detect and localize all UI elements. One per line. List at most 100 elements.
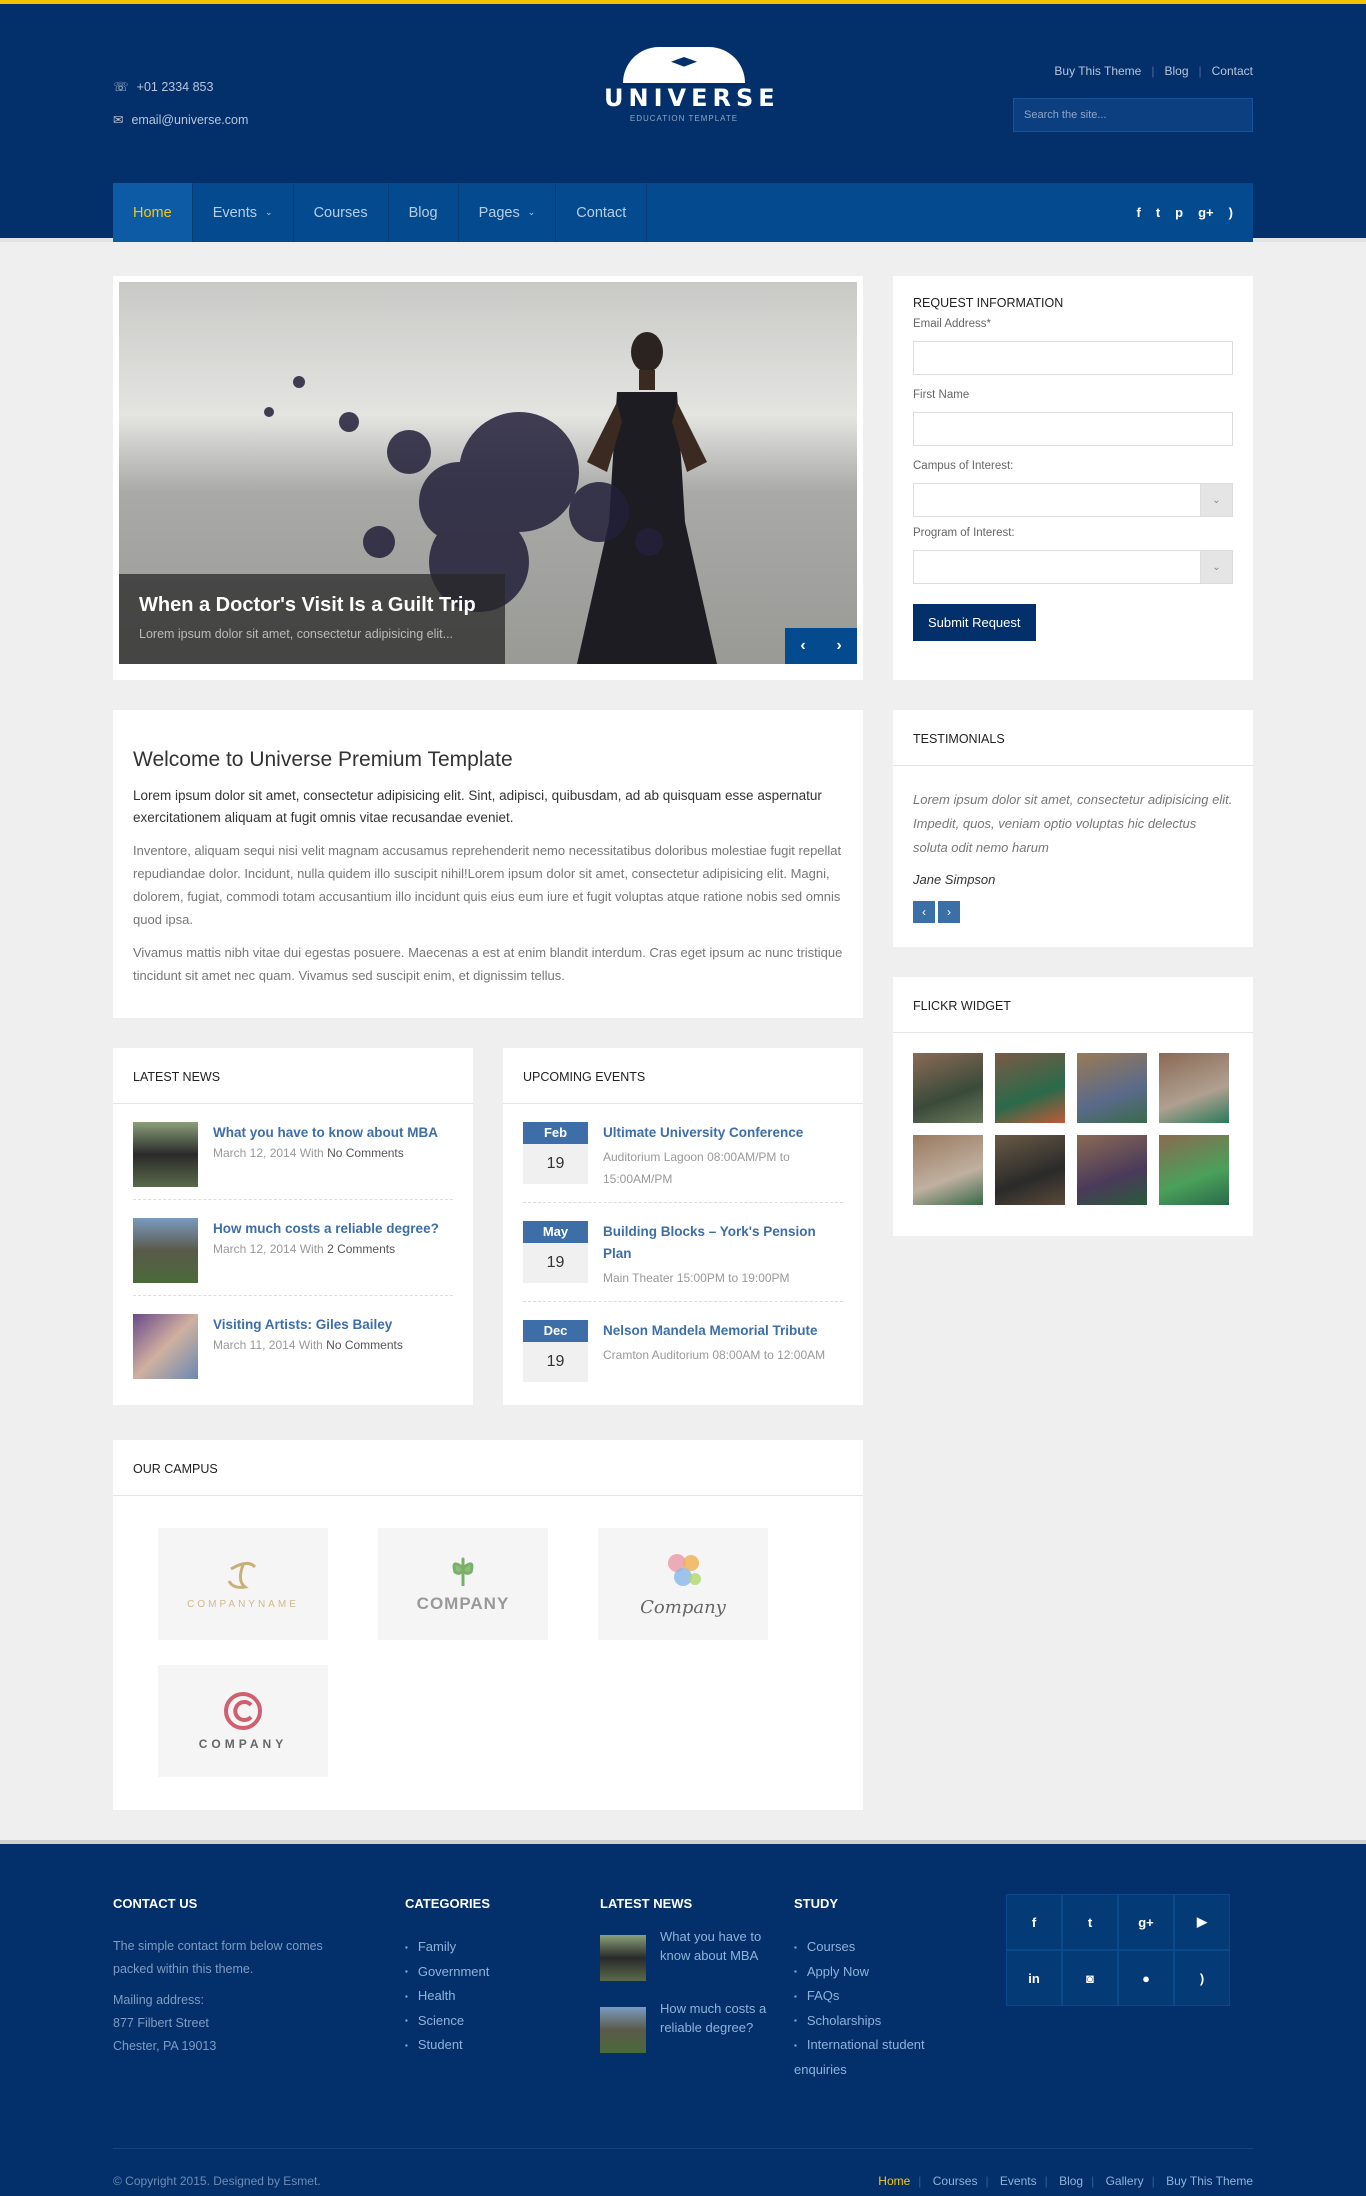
event-title[interactable]: Building Blocks – York's Pension Plan	[603, 1221, 843, 1265]
study-link[interactable]: Apply Now	[794, 1960, 964, 1985]
swirl-logo-icon	[227, 1561, 257, 1589]
testimonial-author: Jane Simpson	[913, 872, 996, 887]
footer-contact: CONTACT US The simple contact form below…	[113, 1896, 363, 2058]
c-logo-icon	[224, 1692, 262, 1730]
news-thumbnail[interactable]	[600, 2007, 646, 2053]
study-link[interactable]: Scholarships	[794, 2009, 964, 2034]
category-link[interactable]: Health	[405, 1984, 490, 2009]
campus-logo[interactable]: COMPANYNAME	[158, 1528, 328, 1640]
flickr-widget: FLICKR WIDGET	[893, 977, 1253, 1236]
footer-link-events[interactable]: Events	[1000, 2174, 1037, 2188]
footer-link-blog[interactable]: Blog	[1059, 2174, 1083, 2188]
news-title[interactable]: How much costs a reliable degree?	[213, 1218, 439, 1240]
category-link[interactable]: Government	[405, 1960, 490, 1985]
event-date: Dec 19	[523, 1320, 588, 1382]
footer-link-buy-theme[interactable]: Buy This Theme	[1166, 2174, 1253, 2188]
request-title: REQUEST INFORMATION	[913, 296, 1064, 310]
our-campus-title: OUR CAMPUS	[133, 1462, 218, 1476]
linkedin-icon[interactable]: in	[1006, 1950, 1062, 2006]
flickr-photo[interactable]	[1077, 1053, 1147, 1123]
footer-news-title-link[interactable]: What you have to know about MBA	[660, 1927, 780, 1981]
study-link[interactable]: FAQs	[794, 1984, 964, 2009]
flickr-photo[interactable]	[913, 1053, 983, 1123]
welcome-section: Welcome to Universe Premium Template Lor…	[113, 710, 863, 1018]
campus-logo[interactable]: Company	[598, 1528, 768, 1640]
footer-news-item: How much costs a reliable degree?	[600, 2001, 780, 2053]
event-date: Feb 19	[523, 1122, 588, 1190]
footer-news-item: What you have to know about MBA	[600, 1929, 780, 1981]
program-select[interactable]: ⌄	[913, 550, 1233, 584]
leaf-logo-icon	[452, 1557, 474, 1586]
slider-controls: ‹ ›	[785, 628, 857, 664]
flickr-photo[interactable]	[1159, 1053, 1229, 1123]
request-info-form: REQUEST INFORMATION Email Address* First…	[893, 276, 1253, 680]
study-link[interactable]: Courses	[794, 1935, 964, 1960]
email-field[interactable]	[913, 341, 1233, 375]
flickr-photo[interactable]	[995, 1053, 1065, 1123]
chevron-down-icon: ⌄	[1200, 551, 1232, 583]
campus-logo[interactable]: COMPANY	[158, 1665, 328, 1777]
category-link[interactable]: Student	[405, 2033, 490, 2058]
news-comments[interactable]: 2 Comments	[327, 1242, 395, 1256]
news-thumbnail[interactable]	[133, 1314, 198, 1379]
event-item: Dec 19 Nelson Mandela Memorial Tribute Cra…	[523, 1302, 843, 1394]
slide-title[interactable]: When a Doctor's Visit Is a Guilt Trip	[139, 594, 485, 617]
news-title[interactable]: What you have to know about MBA	[213, 1122, 438, 1144]
study-link[interactable]: International student enquiries	[794, 2033, 964, 2082]
apple-icon[interactable]: ●	[1118, 1950, 1174, 2006]
event-date: May 19	[523, 1221, 588, 1289]
our-campus-section: OUR CAMPUS COMPANYNAME COMPANY Company C…	[113, 1440, 863, 1810]
event-meta: Auditorium Lagoon 08:00AM/PM to 15:00AM/…	[603, 1150, 790, 1186]
facebook-icon[interactable]: f	[1006, 1894, 1062, 1950]
site-footer: CONTACT US The simple contact form below…	[0, 1840, 1366, 2196]
footer-news-title: LATEST NEWS	[600, 1896, 693, 1911]
footer-news-title-link[interactable]: How much costs a reliable degree?	[660, 1999, 780, 2053]
campus-label: Campus of Interest:	[913, 460, 1014, 472]
slide-image: When a Doctor's Visit Is a Guilt Trip Lo…	[119, 282, 857, 664]
mailing-address-line1: 877 Filbert Street	[113, 2016, 209, 2030]
first-name-field[interactable]	[913, 412, 1233, 446]
news-thumbnail[interactable]	[600, 1935, 646, 1981]
twitter-icon[interactable]: t	[1062, 1894, 1118, 1950]
flickr-title: FLICKR WIDGET	[913, 999, 1011, 1013]
campus-select[interactable]: ⌄	[913, 483, 1233, 517]
flickr-photo[interactable]	[1077, 1135, 1147, 1205]
slide-caption: When a Doctor's Visit Is a Guilt Trip Lo…	[119, 574, 505, 664]
chevron-left-icon[interactable]: ‹	[785, 628, 821, 664]
news-title[interactable]: Visiting Artists: Giles Bailey	[213, 1314, 403, 1336]
news-comments[interactable]: No Comments	[326, 1338, 403, 1352]
flickr-photo[interactable]	[1159, 1135, 1229, 1205]
footer-link-home[interactable]: Home	[878, 2174, 910, 2188]
chevron-left-icon[interactable]: ‹	[913, 901, 935, 923]
submit-request-button[interactable]: Submit Request	[913, 604, 1036, 641]
instagram-icon[interactable]: ◙	[1062, 1950, 1118, 2006]
google-plus-icon[interactable]: g+	[1118, 1894, 1174, 1950]
event-meta: Cramton Auditorium 08:00AM to 12:00AM	[603, 1348, 826, 1362]
news-thumbnail[interactable]	[133, 1218, 198, 1283]
event-title[interactable]: Nelson Mandela Memorial Tribute	[603, 1320, 825, 1342]
footer-links: Home | Courses | Events | Blog | Gallery | Bu…	[878, 2174, 1253, 2188]
youtube-icon[interactable]: ▶	[1174, 1894, 1230, 1950]
flickr-photo[interactable]	[913, 1135, 983, 1205]
rss-icon[interactable]: )	[1174, 1950, 1230, 2006]
footer-link-gallery[interactable]: Gallery	[1106, 2174, 1144, 2188]
copyright-text: © Copyright 2015. Designed by Esmet.	[113, 2174, 321, 2188]
category-link[interactable]: Science	[405, 2009, 490, 2034]
chevron-right-icon[interactable]: ›	[938, 901, 960, 923]
footer-link-courses[interactable]: Courses	[933, 2174, 978, 2188]
chevron-right-icon[interactable]: ›	[821, 628, 857, 664]
footer-latest-news: LATEST NEWS What you have to know about …	[600, 1896, 780, 2079]
latest-news-widget: LATEST NEWS What you have to know about …	[113, 1048, 473, 1405]
event-meta: Main Theater 15:00PM to 19:00PM	[603, 1271, 790, 1285]
flickr-photo[interactable]	[995, 1135, 1065, 1205]
event-title[interactable]: Ultimate University Conference	[603, 1122, 843, 1144]
news-item: How much costs a reliable degree? March …	[133, 1200, 453, 1296]
upcoming-events-widget: UPCOMING EVENTS Feb 19 Ultimate Universit…	[503, 1048, 863, 1405]
news-comments[interactable]: No Comments	[327, 1146, 404, 1160]
campus-logo[interactable]: COMPANY	[378, 1528, 548, 1640]
welcome-title: Welcome to Universe Premium Template	[133, 748, 513, 771]
news-thumbnail[interactable]	[133, 1122, 198, 1187]
footer-contact-title: CONTACT US	[113, 1896, 198, 1911]
welcome-paragraph-2: Vivamus mattis nibh vitae dui egestas po…	[133, 945, 843, 983]
category-link[interactable]: Family	[405, 1935, 490, 1960]
